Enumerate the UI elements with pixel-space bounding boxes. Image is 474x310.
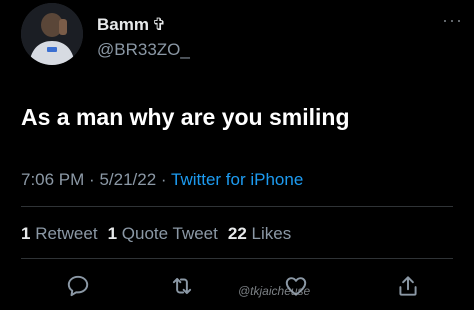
more-options-icon[interactable]: ··· (442, 10, 463, 31)
share-icon (399, 276, 417, 296)
cross-icon: ✞ (151, 15, 167, 34)
retweet-icon (172, 277, 192, 295)
tweet-source-link[interactable]: Twitter for iPhone (171, 170, 303, 189)
quotes-count: 1 (107, 224, 118, 243)
reply-button[interactable] (60, 268, 96, 304)
likes-label: Likes (251, 224, 292, 243)
retweets-stat[interactable]: 1 Retweet (21, 224, 98, 243)
share-button[interactable] (390, 268, 426, 304)
retweet-button[interactable] (164, 268, 200, 304)
tweet-stats: 1 Retweet 1 Quote Tweet 22 Likes (21, 224, 291, 244)
retweets-label: Retweet (35, 224, 98, 243)
tweet-text: As a man why are you smiling (21, 104, 350, 130)
tweet-time[interactable]: 7:06 PM (21, 170, 84, 189)
avatar-image (21, 3, 83, 65)
watermark: @tkjaicheuse (238, 284, 311, 298)
meta-separator: · (160, 170, 167, 189)
user-handle[interactable]: @BR33ZO_ (97, 40, 190, 60)
tweet-meta: 7:06 PM · 5/21/22 · Twitter for iPhone (21, 170, 303, 190)
display-name-text: Bamm (97, 15, 149, 34)
retweets-count: 1 (21, 224, 31, 243)
divider (21, 206, 453, 207)
reply-icon (67, 275, 89, 297)
likes-count: 22 (227, 224, 247, 243)
display-name[interactable]: Bamm ✞ (97, 15, 166, 35)
quotes-stat[interactable]: 1 Quote Tweet (108, 224, 218, 243)
meta-separator: · (89, 170, 95, 189)
divider (21, 258, 453, 259)
quotes-label: Quote Tweet (121, 224, 218, 243)
tweet-date[interactable]: 5/21/22 (99, 170, 156, 189)
likes-stat[interactable]: 22 Likes (228, 224, 291, 243)
avatar[interactable] (21, 3, 83, 65)
action-bar (0, 268, 474, 308)
